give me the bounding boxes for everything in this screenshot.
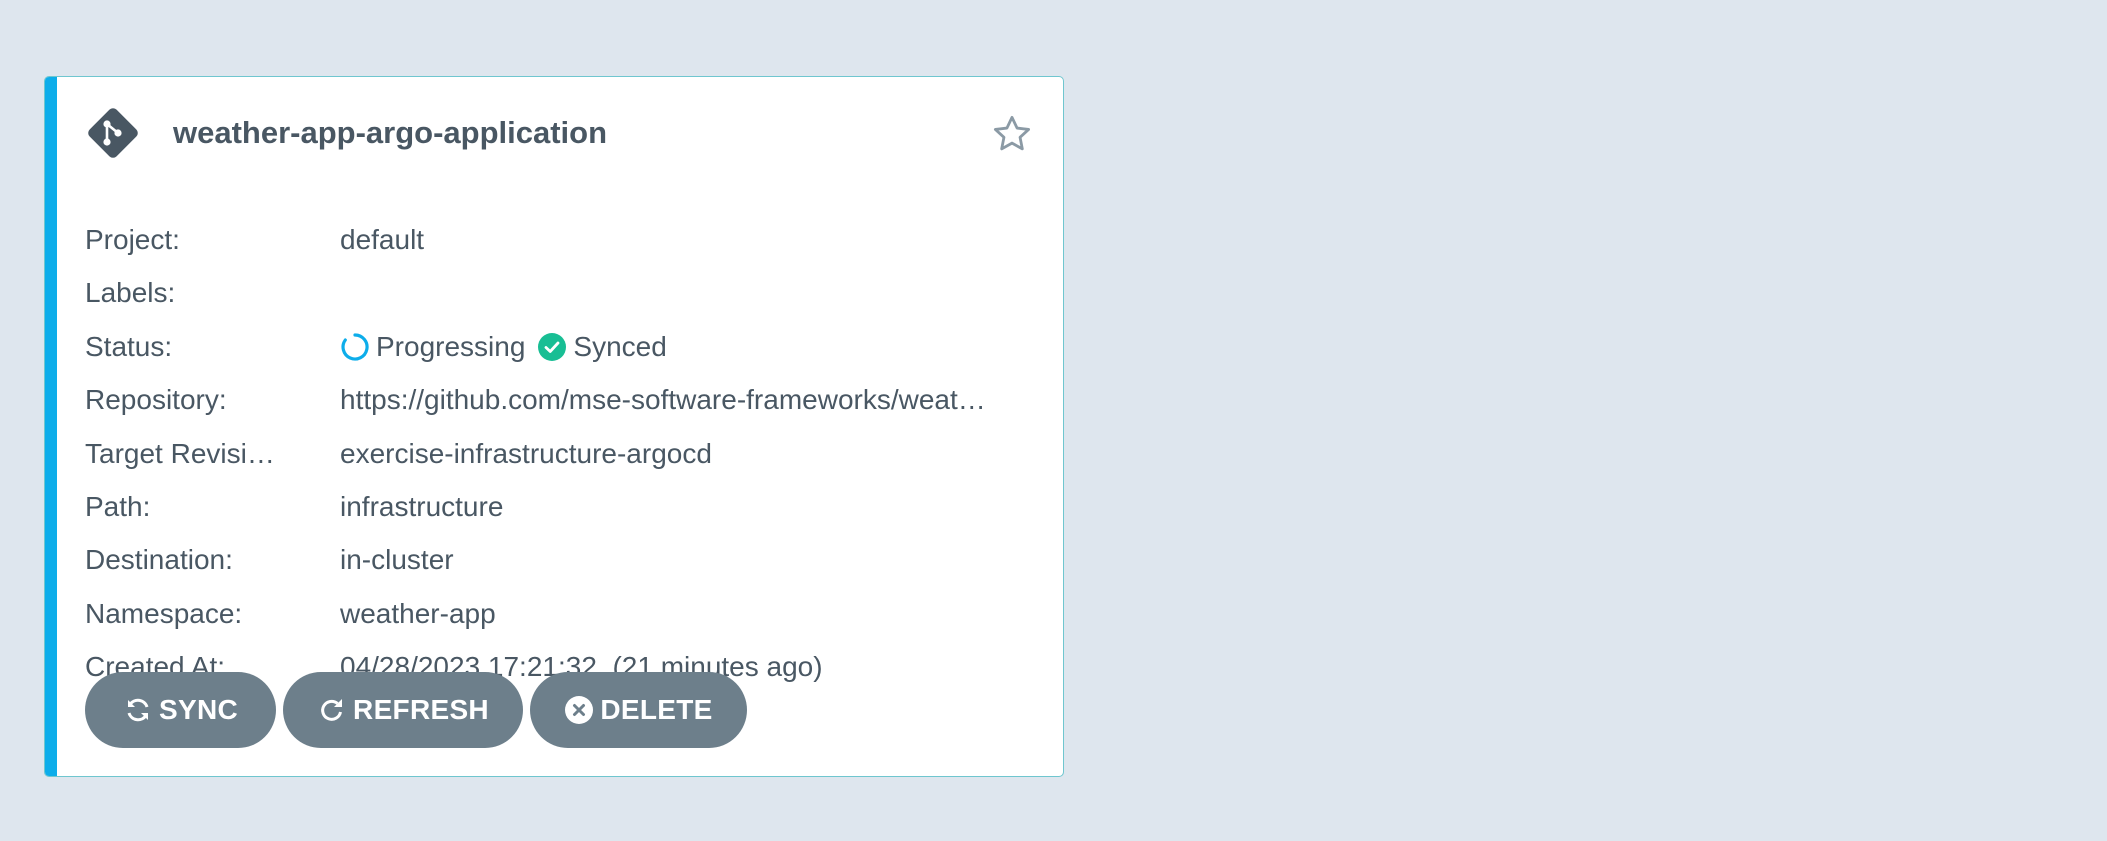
target-revision-value: exercise-infrastructure-argocd bbox=[340, 437, 712, 469]
git-icon bbox=[85, 105, 141, 161]
labels-label: Labels: bbox=[85, 277, 176, 309]
refresh-button-label: REFRESH bbox=[353, 694, 489, 725]
status-label: Status: bbox=[85, 330, 173, 362]
health-status-text: Progressing bbox=[376, 330, 526, 362]
application-card[interactable]: weather-app-argo-application Project: de… bbox=[44, 76, 1064, 777]
star-icon[interactable] bbox=[991, 113, 1033, 155]
times-circle-icon bbox=[564, 695, 594, 725]
destination-value: in-cluster bbox=[340, 544, 454, 576]
status-value: Progressing Synced bbox=[340, 330, 1025, 364]
sync-button[interactable]: SYNC bbox=[85, 672, 276, 748]
sync-icon bbox=[123, 695, 153, 725]
repository-label: Repository: bbox=[85, 384, 227, 416]
sync-status-text: Synced bbox=[573, 330, 667, 362]
circle-notch-icon bbox=[340, 332, 370, 362]
path-value: infrastructure bbox=[340, 490, 504, 522]
namespace-value: weather-app bbox=[340, 597, 496, 629]
destination-label: Destination: bbox=[85, 544, 233, 576]
health-status-bar bbox=[45, 77, 57, 776]
action-buttons: SYNC REFRESH DELETE bbox=[85, 672, 754, 748]
namespace-label: Namespace: bbox=[85, 597, 243, 629]
card-header: weather-app-argo-application bbox=[85, 105, 1033, 161]
repository-value: https://github.com/mse-software-framewor… bbox=[340, 384, 986, 416]
path-label: Path: bbox=[85, 490, 151, 522]
check-circle-icon bbox=[537, 332, 567, 362]
sync-button-label: SYNC bbox=[159, 694, 238, 725]
app-name[interactable]: weather-app-argo-application bbox=[173, 115, 607, 151]
project-label: Project: bbox=[85, 224, 180, 255]
delete-button-label: DELETE bbox=[600, 694, 713, 725]
details-list: Project: default Labels: Status: Progres… bbox=[85, 224, 1033, 721]
project-value: default bbox=[340, 224, 425, 255]
target-revision-label: Target Revisi… bbox=[85, 437, 275, 469]
refresh-button[interactable]: REFRESH bbox=[283, 672, 523, 748]
delete-button[interactable]: DELETE bbox=[530, 672, 747, 748]
redo-icon bbox=[317, 695, 347, 725]
